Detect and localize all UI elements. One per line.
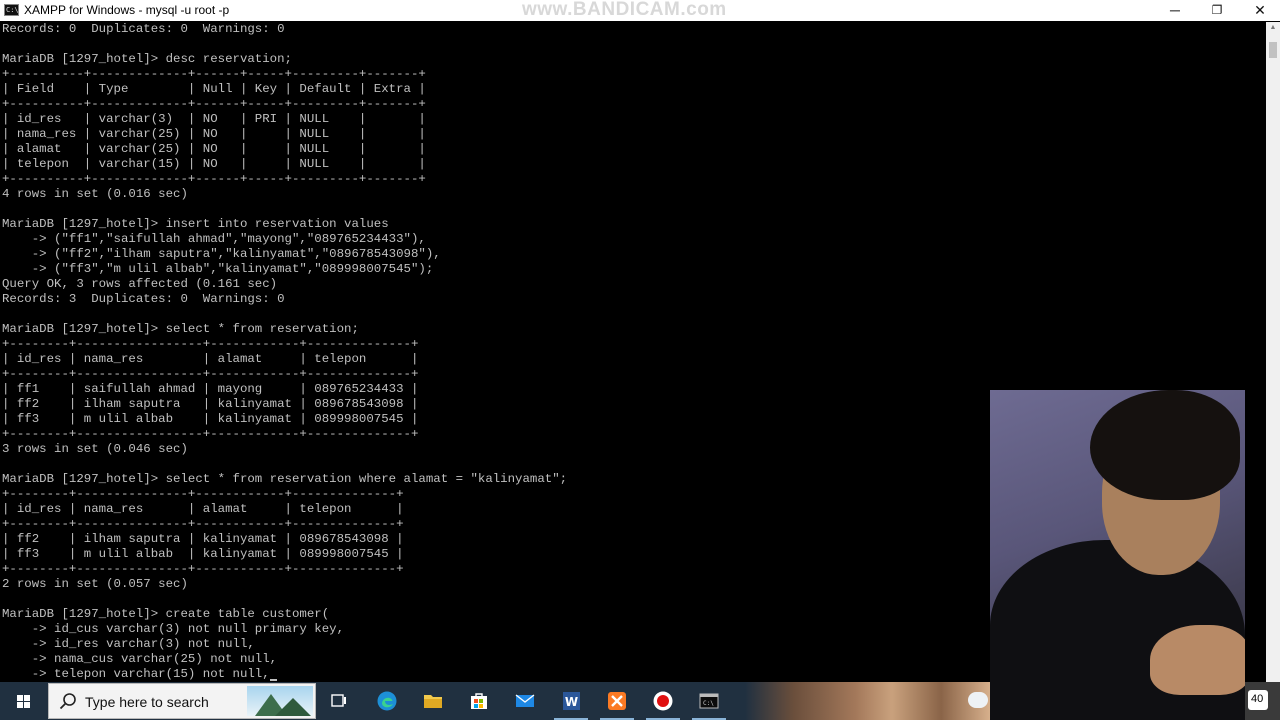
console-line: +--------+---------------+------------+-… [2, 517, 404, 531]
console-line: MariaDB [1297_hotel]> insert into reserv… [2, 217, 389, 231]
bandicam-record-icon [653, 691, 673, 711]
console-line: Records: 3 Duplicates: 0 Warnings: 0 [2, 292, 285, 306]
console-line: +----------+-------------+------+-----+-… [2, 172, 426, 186]
window-titlebar[interactable]: C:\ XAMPP for Windows - mysql -u root -p… [0, 0, 1280, 21]
bandicam-button[interactable] [640, 682, 686, 720]
svg-text:W: W [565, 695, 578, 709]
mail-icon [515, 694, 535, 707]
close-button[interactable]: ✕ [1237, 0, 1280, 21]
console-line: MariaDB [1297_hotel]> create table custo… [2, 607, 330, 621]
console-line: | telepon | varchar(15) | NO | | NULL | … [2, 157, 426, 171]
console-scrollbar[interactable]: ▲ [1266, 22, 1280, 682]
console-line: +--------+-----------------+------------… [2, 337, 419, 351]
file-explorer-button[interactable] [410, 682, 456, 720]
scroll-up-arrow-icon[interactable]: ▲ [1266, 24, 1280, 31]
edge-icon [377, 691, 397, 711]
console-line: +--------+-----------------+------------… [2, 427, 419, 441]
notification-area[interactable]: 40 [1245, 682, 1280, 720]
console-line: | nama_res | varchar(25) | NO | | NULL |… [2, 127, 426, 141]
notification-count: 40 [1251, 693, 1264, 705]
console-line: | id_res | varchar(3) | NO | PRI | NULL … [2, 112, 426, 126]
store-icon [471, 693, 487, 709]
windows-logo-icon [17, 695, 31, 708]
console-line: +--------+-----------------+------------… [2, 367, 419, 381]
console-line: | ff1 | saifullah ahmad | mayong | 08976… [2, 382, 419, 396]
word-button[interactable]: W [548, 682, 594, 720]
console-line: MariaDB [1297_hotel]> select * from rese… [2, 322, 359, 336]
console-line: | alamat | varchar(25) | NO | | NULL | | [2, 142, 426, 156]
terminal-icon: C:\ [699, 693, 719, 709]
mail-button[interactable] [502, 682, 548, 720]
console-line: | ff2 | ilham saputra | kalinyamat | 089… [2, 532, 404, 546]
xampp-button[interactable] [594, 682, 640, 720]
console-line: MariaDB [1297_hotel]> desc reservation; [2, 52, 292, 66]
console-line: -> telepon varchar(15) not null, [2, 667, 277, 682]
console-line: 2 rows in set (0.057 sec) [2, 577, 188, 591]
edge-button[interactable] [364, 682, 410, 720]
task-view-icon [331, 694, 346, 707]
console-line: -> ("ff1","saifullah ahmad","mayong","08… [2, 232, 426, 246]
console-line: Query OK, 3 rows affected (0.161 sec) [2, 277, 278, 291]
console-line: +--------+---------------+------------+-… [2, 487, 404, 501]
bandicam-watermark: www.BANDICAM.com [522, 0, 727, 20]
console-line: -> id_cus varchar(3) not null primary ke… [2, 622, 345, 636]
svg-text:C:\: C:\ [703, 700, 714, 707]
taskbar-search-box[interactable]: Type here to search [48, 683, 316, 719]
weather-icon[interactable] [968, 692, 988, 708]
search-highlight-image [247, 686, 313, 716]
console-line: 3 rows in set (0.046 sec) [2, 442, 188, 456]
console-line: | ff3 | m ulil albab | kalinyamat | 0899… [2, 547, 404, 561]
console-app-icon: C:\ [4, 4, 19, 16]
start-button[interactable] [0, 682, 48, 720]
search-icon [59, 693, 76, 710]
window-title: XAMPP for Windows - mysql -u root -p [24, 3, 230, 17]
scrollbar-thumb[interactable] [1269, 42, 1277, 58]
console-line: | Field | Type | Null | Key | Default | … [2, 82, 426, 96]
console-line: | ff2 | ilham saputra | kalinyamat | 089… [2, 397, 419, 411]
console-line: +----------+-------------+------+-----+-… [2, 67, 426, 81]
minimize-button[interactable]: ─ [1152, 0, 1198, 21]
desktop-background-strip [745, 682, 990, 720]
webcam-overlay [990, 390, 1245, 720]
maximize-button[interactable]: ❐ [1194, 0, 1240, 21]
console-line: | id_res | nama_res | alamat | telepon | [2, 352, 419, 366]
xampp-icon [608, 692, 626, 710]
store-button[interactable] [456, 682, 502, 720]
console-line: -> nama_cus varchar(25) not null, [2, 652, 278, 666]
console-line: MariaDB [1297_hotel]> select * from rese… [2, 472, 568, 486]
task-view-button[interactable] [316, 682, 362, 720]
console-line: -> ("ff3","m ulil albab","kalinyamat","0… [2, 262, 434, 276]
console-line: +--------+---------------+------------+-… [2, 562, 404, 576]
text-cursor [269, 679, 277, 681]
console-line: Records: 0 Duplicates: 0 Warnings: 0 [2, 22, 285, 36]
search-placeholder: Type here to search [85, 694, 209, 710]
taskbar: Type here to search W C:\ [0, 682, 990, 720]
console-line: -> ("ff2","ilham saputra","kalinyamat","… [2, 247, 441, 261]
console-line: | id_res | nama_res | alamat | telepon | [2, 502, 404, 516]
console-line: | ff3 | m ulil albab | kalinyamat | 0899… [2, 412, 419, 426]
console-line: +----------+-------------+------+-----+-… [2, 97, 426, 111]
word-icon: W [563, 692, 580, 710]
terminal-button[interactable]: C:\ [686, 682, 732, 720]
console-line: 4 rows in set (0.016 sec) [2, 187, 188, 201]
file-explorer-icon [424, 695, 442, 708]
console-line: -> id_res varchar(3) not null, [2, 637, 255, 651]
